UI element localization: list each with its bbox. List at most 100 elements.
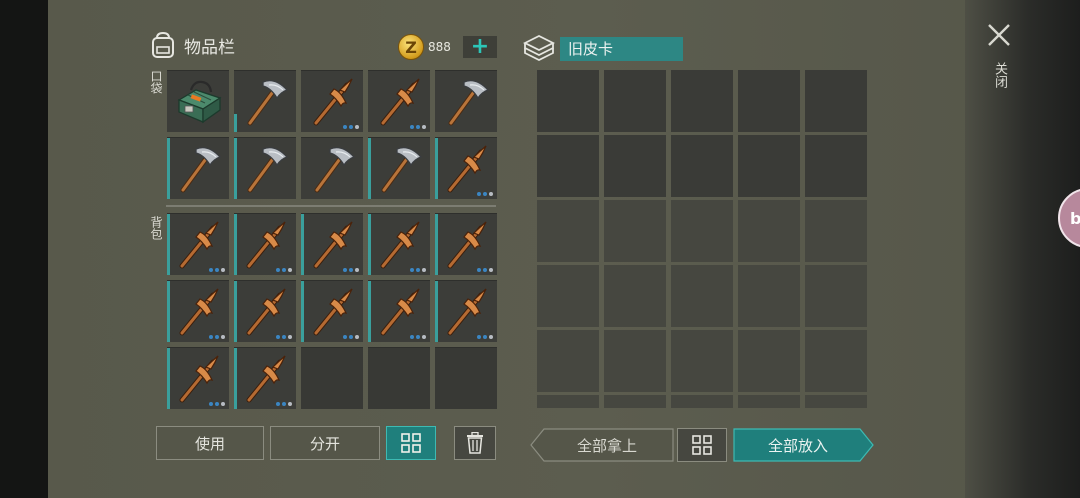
durability-bar xyxy=(234,348,237,409)
inventory-screen: 物品栏 Z 888 + 口袋 背包 使用 分开 旧皮卡 全部拿上 全部放入 关闭… xyxy=(0,0,1080,498)
durability-bar xyxy=(435,281,438,342)
chest-slot[interactable] xyxy=(537,330,599,392)
chest-slot[interactable] xyxy=(604,265,666,327)
take-all-label: 全部拿上 xyxy=(576,436,637,455)
quality-dot xyxy=(422,268,426,272)
quality-dots xyxy=(209,268,225,272)
backpack-slot[interactable] xyxy=(368,280,430,342)
backpack-slot[interactable] xyxy=(167,280,229,342)
chest-slot[interactable] xyxy=(537,395,599,408)
chest-slot[interactable] xyxy=(738,395,800,408)
durability-bar xyxy=(167,281,170,342)
backpack-slot[interactable] xyxy=(435,347,497,409)
chest-slot[interactable] xyxy=(805,265,867,327)
grid-view-button[interactable] xyxy=(386,426,436,460)
backpack-slot[interactable] xyxy=(234,347,296,409)
quality-dot xyxy=(282,335,286,339)
chest-slot[interactable] xyxy=(805,395,867,408)
backpack-slot[interactable] xyxy=(234,280,296,342)
quality-dots xyxy=(477,268,493,272)
backpack-slot[interactable] xyxy=(301,280,363,342)
close-label[interactable]: 关闭 xyxy=(990,62,1009,88)
chest-slot[interactable] xyxy=(671,200,733,262)
chest-slot[interactable] xyxy=(671,330,733,392)
chest-slot[interactable] xyxy=(805,200,867,262)
quality-dots xyxy=(276,402,292,406)
quality-dots xyxy=(276,335,292,339)
chest-slot[interactable] xyxy=(537,70,599,132)
grid-icon xyxy=(692,435,712,455)
quality-dot xyxy=(282,268,286,272)
chest-name: 旧皮卡 xyxy=(560,37,683,61)
chest-grid-view-button[interactable] xyxy=(677,428,727,462)
pocket-slot[interactable] xyxy=(435,70,497,132)
pocket-slot[interactable] xyxy=(435,137,497,199)
chest-slot[interactable] xyxy=(671,395,733,408)
backpack-slot[interactable] xyxy=(167,347,229,409)
chest-slot[interactable] xyxy=(604,200,666,262)
chest-slot[interactable] xyxy=(604,70,666,132)
chest-slot[interactable] xyxy=(805,70,867,132)
pocket-slot[interactable] xyxy=(234,137,296,199)
pocket-slot[interactable] xyxy=(167,137,229,199)
chest-slot[interactable] xyxy=(671,70,733,132)
chest-slot[interactable] xyxy=(671,135,733,197)
take-all-button[interactable]: 全部拿上 xyxy=(530,428,674,462)
quality-dot xyxy=(215,402,219,406)
pocket-slot[interactable] xyxy=(167,70,229,132)
chest-grid xyxy=(537,70,867,408)
chest-slot[interactable] xyxy=(738,70,800,132)
quality-dot xyxy=(355,268,359,272)
quality-dot xyxy=(221,335,225,339)
chest-slot[interactable] xyxy=(738,200,800,262)
quality-dots xyxy=(209,335,225,339)
backpack-slot[interactable] xyxy=(301,213,363,275)
quality-dot xyxy=(477,268,481,272)
backpack-slot[interactable] xyxy=(435,213,497,275)
quality-dot xyxy=(489,192,493,196)
chest-slot[interactable] xyxy=(537,135,599,197)
durability-bar xyxy=(234,214,237,275)
backpack-slot[interactable] xyxy=(368,347,430,409)
add-coins-button[interactable]: + xyxy=(463,36,497,58)
chest-stack-icon xyxy=(522,34,556,62)
quality-dot xyxy=(215,268,219,272)
backpack-slot[interactable] xyxy=(435,280,497,342)
pocket-slot[interactable] xyxy=(234,70,296,132)
split-button[interactable]: 分开 xyxy=(270,426,380,460)
pocket-slot[interactable] xyxy=(368,137,430,199)
quality-dot xyxy=(343,335,347,339)
backpack-slot[interactable] xyxy=(301,347,363,409)
chest-slot[interactable] xyxy=(738,135,800,197)
quality-dot xyxy=(422,125,426,129)
backpack-slot[interactable] xyxy=(368,213,430,275)
quality-dot xyxy=(410,125,414,129)
put-all-button[interactable]: 全部放入 xyxy=(733,428,863,462)
chest-slot[interactable] xyxy=(671,265,733,327)
durability-bar xyxy=(234,281,237,342)
backpack-slot[interactable] xyxy=(167,213,229,275)
chest-slot[interactable] xyxy=(537,200,599,262)
chest-slot[interactable] xyxy=(604,330,666,392)
quality-dot xyxy=(483,335,487,339)
trash-icon xyxy=(467,432,483,454)
backpack-slot[interactable] xyxy=(234,213,296,275)
pocket-slot[interactable] xyxy=(301,70,363,132)
quality-dots xyxy=(410,335,426,339)
chest-slot[interactable] xyxy=(738,265,800,327)
pocket-slot[interactable] xyxy=(301,137,363,199)
chest-slot[interactable] xyxy=(738,330,800,392)
pocket-slot[interactable] xyxy=(368,70,430,132)
chest-slot[interactable] xyxy=(604,395,666,408)
close-icon[interactable] xyxy=(986,22,1012,48)
chest-slot[interactable] xyxy=(604,135,666,197)
chest-slot[interactable] xyxy=(537,265,599,327)
quality-dots xyxy=(209,402,225,406)
chest-slot[interactable] xyxy=(805,135,867,197)
quality-dot xyxy=(343,268,347,272)
use-button[interactable]: 使用 xyxy=(156,426,264,460)
quality-dot xyxy=(483,192,487,196)
trash-button[interactable] xyxy=(454,426,496,460)
chest-slot[interactable] xyxy=(805,330,867,392)
quality-dot xyxy=(489,335,493,339)
